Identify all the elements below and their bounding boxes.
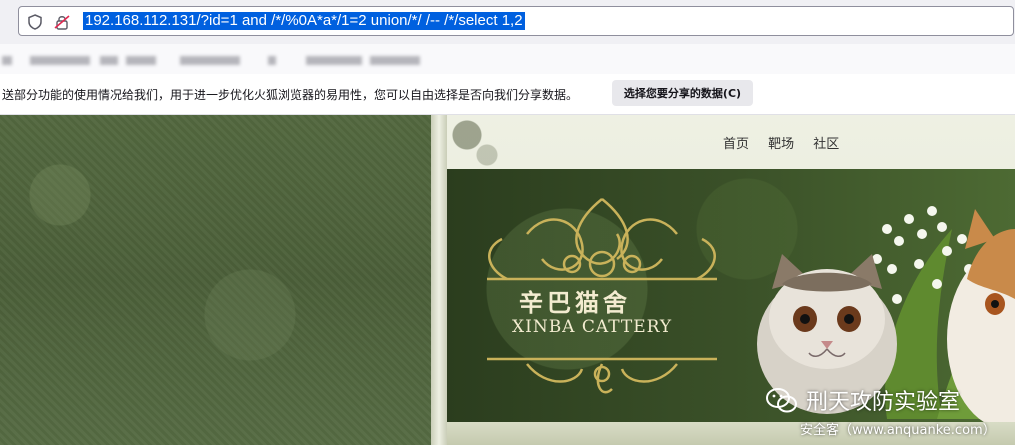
blurred-bookmark[interactable] xyxy=(268,56,276,65)
page-background xyxy=(0,115,431,445)
site-nav: 首页 靶场 社区 xyxy=(723,133,853,152)
watermark-name: 刑天攻防实验室 xyxy=(806,390,961,415)
nav-range-link[interactable]: 靶场 xyxy=(768,137,794,152)
notification-message: 送部分功能的使用情况给我们，用于进一步优化火狐浏览器的易用性，您可以自由选择是否… xyxy=(2,88,579,102)
browser-toolbar: 192.168.112.131/?id=1 and /*/%0A*a*/1=2 … xyxy=(0,0,1015,44)
data-sharing-notification: 送部分功能的使用情况给我们，用于进一步优化火狐浏览器的易用性，您可以自由选择是否… xyxy=(0,74,1015,115)
logo-chinese-title: 辛巴猫舍 xyxy=(519,288,631,317)
blurred-bookmark[interactable] xyxy=(180,56,240,65)
wechat-icon xyxy=(766,388,797,413)
address-bar[interactable]: 192.168.112.131/?id=1 and /*/%0A*a*/1=2 … xyxy=(18,6,1014,36)
blurred-bookmark[interactable] xyxy=(30,56,90,65)
page-border xyxy=(431,115,447,445)
bookmarks-toolbar xyxy=(0,44,1015,74)
blurred-bookmark[interactable] xyxy=(370,56,420,65)
nav-community-link[interactable]: 社区 xyxy=(813,137,839,152)
shield-icon[interactable] xyxy=(27,14,43,30)
blurred-bookmark[interactable] xyxy=(126,56,156,65)
blurred-bookmark[interactable] xyxy=(306,56,362,65)
nav-home-link[interactable]: 首页 xyxy=(723,137,749,152)
blurred-bookmark[interactable] xyxy=(100,56,118,65)
watermark-source: 安全客（www.anquanke.com） xyxy=(800,423,996,438)
choose-data-button[interactable]: 选择您要分享的数据(C) xyxy=(612,80,753,106)
url-text[interactable]: 192.168.112.131/?id=1 and /*/%0A*a*/1=2 … xyxy=(83,12,525,30)
blurred-bookmark[interactable] xyxy=(2,56,12,65)
logo-english-title: XINBA CATTERY xyxy=(512,317,673,337)
insecure-lock-icon[interactable] xyxy=(54,14,70,30)
